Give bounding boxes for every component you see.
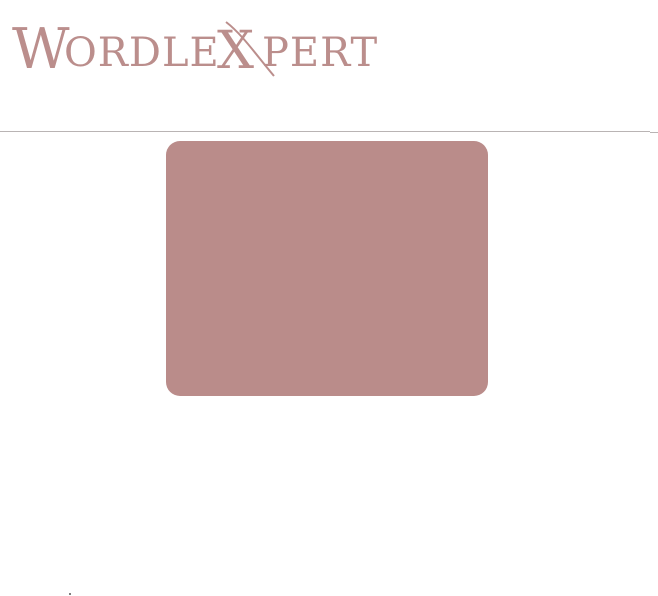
wordlexpert-logo[interactable]: W ORDLE X PERT bbox=[12, 14, 394, 78]
stray-mark bbox=[69, 593, 71, 595]
header-divider bbox=[0, 131, 650, 132]
svg-text:W: W bbox=[12, 17, 70, 78]
svg-text:ORDLE: ORDLE bbox=[64, 30, 220, 76]
content-card bbox=[166, 141, 488, 396]
header-divider-tail bbox=[650, 132, 658, 133]
svg-text:PERT: PERT bbox=[262, 30, 378, 76]
